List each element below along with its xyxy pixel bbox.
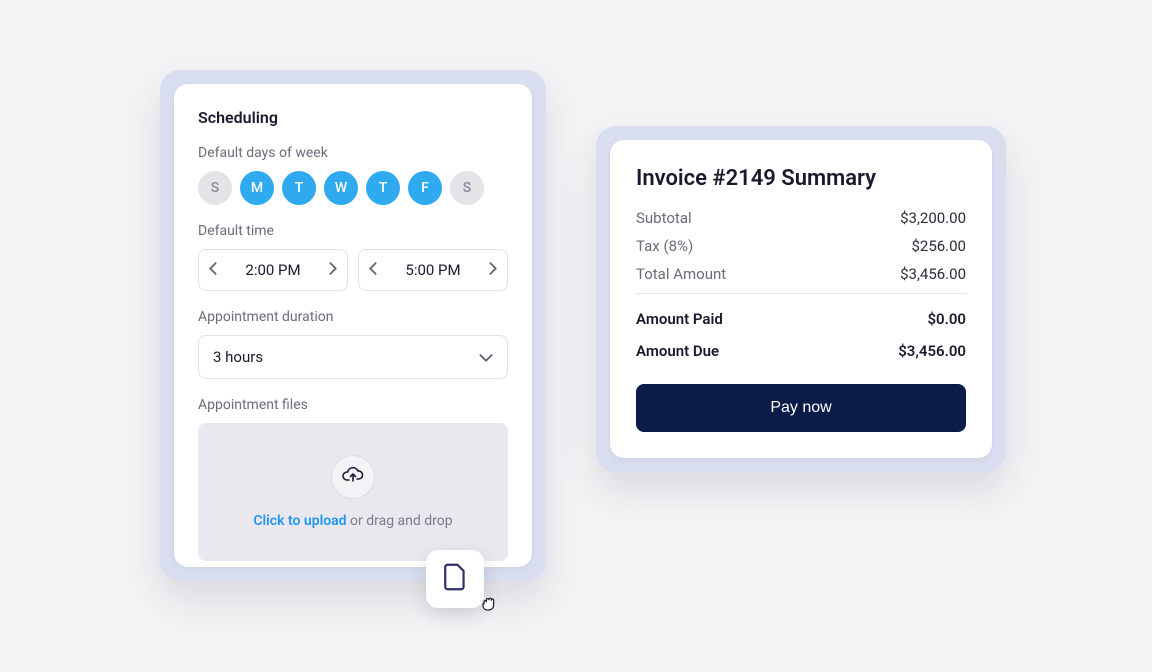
- paid-label: Amount Paid: [636, 310, 723, 328]
- upload-dropzone[interactable]: Click to upload or drag and drop: [198, 423, 508, 561]
- day-saturday[interactable]: S: [450, 171, 484, 205]
- days-of-week-label: Default days of week: [198, 145, 508, 161]
- subtotal-label: Subtotal: [636, 209, 692, 227]
- due-row: Amount Due $3,456.00: [636, 342, 966, 360]
- chevron-down-icon: [479, 348, 493, 367]
- start-time-picker[interactable]: 2:00 PM: [198, 249, 348, 291]
- paid-row: Amount Paid $0.00: [636, 310, 966, 328]
- paid-value: $0.00: [927, 310, 966, 328]
- grab-cursor-icon: [480, 594, 498, 616]
- scheduling-card: Scheduling Default days of week S M T W …: [160, 70, 546, 581]
- invoice-card-body: Invoice #2149 Summary Subtotal $3,200.00…: [610, 140, 992, 458]
- upload-icon-circle: [331, 455, 375, 499]
- day-thursday[interactable]: T: [366, 171, 400, 205]
- upload-link[interactable]: Click to upload: [253, 513, 346, 529]
- duration-dropdown[interactable]: 3 hours: [198, 335, 508, 379]
- day-sunday[interactable]: S: [198, 171, 232, 205]
- day-wednesday[interactable]: W: [324, 171, 358, 205]
- time-row: 2:00 PM 5:00 PM: [198, 249, 508, 291]
- default-time-label: Default time: [198, 223, 508, 239]
- due-label: Amount Due: [636, 342, 719, 360]
- subtotal-value: $3,200.00: [900, 209, 966, 227]
- cloud-upload-icon: [342, 466, 364, 488]
- chevron-left-icon[interactable]: [369, 262, 378, 279]
- days-row: S M T W T F S: [198, 171, 508, 205]
- day-monday[interactable]: M: [240, 171, 274, 205]
- tax-label: Tax (8%): [636, 237, 693, 255]
- duration-value: 3 hours: [213, 348, 263, 366]
- upload-suffix: or drag and drop: [350, 513, 453, 529]
- file-drag-preview[interactable]: [426, 550, 484, 608]
- invoice-title: Invoice #2149 Summary: [636, 166, 966, 191]
- invoice-divider: [636, 293, 966, 294]
- subtotal-row: Subtotal $3,200.00: [636, 209, 966, 227]
- total-value: $3,456.00: [900, 265, 966, 283]
- chevron-right-icon[interactable]: [328, 262, 337, 279]
- end-time-value: 5:00 PM: [405, 261, 460, 279]
- chevron-right-icon[interactable]: [488, 262, 497, 279]
- day-friday[interactable]: F: [408, 171, 442, 205]
- pay-now-button[interactable]: Pay now: [636, 384, 966, 432]
- chevron-left-icon[interactable]: [209, 262, 218, 279]
- files-label: Appointment files: [198, 397, 508, 413]
- tax-row: Tax (8%) $256.00: [636, 237, 966, 255]
- total-label: Total Amount: [636, 265, 726, 283]
- scheduling-card-body: Scheduling Default days of week S M T W …: [174, 84, 532, 567]
- day-tuesday[interactable]: T: [282, 171, 316, 205]
- duration-label: Appointment duration: [198, 309, 508, 325]
- end-time-picker[interactable]: 5:00 PM: [358, 249, 508, 291]
- due-value: $3,456.00: [898, 342, 966, 360]
- upload-text: Click to upload or drag and drop: [253, 513, 452, 529]
- total-row: Total Amount $3,456.00: [636, 265, 966, 283]
- invoice-card: Invoice #2149 Summary Subtotal $3,200.00…: [596, 126, 1006, 472]
- tax-value: $256.00: [911, 237, 966, 255]
- start-time-value: 2:00 PM: [245, 261, 300, 279]
- file-icon: [444, 563, 466, 595]
- scheduling-title: Scheduling: [198, 108, 508, 127]
